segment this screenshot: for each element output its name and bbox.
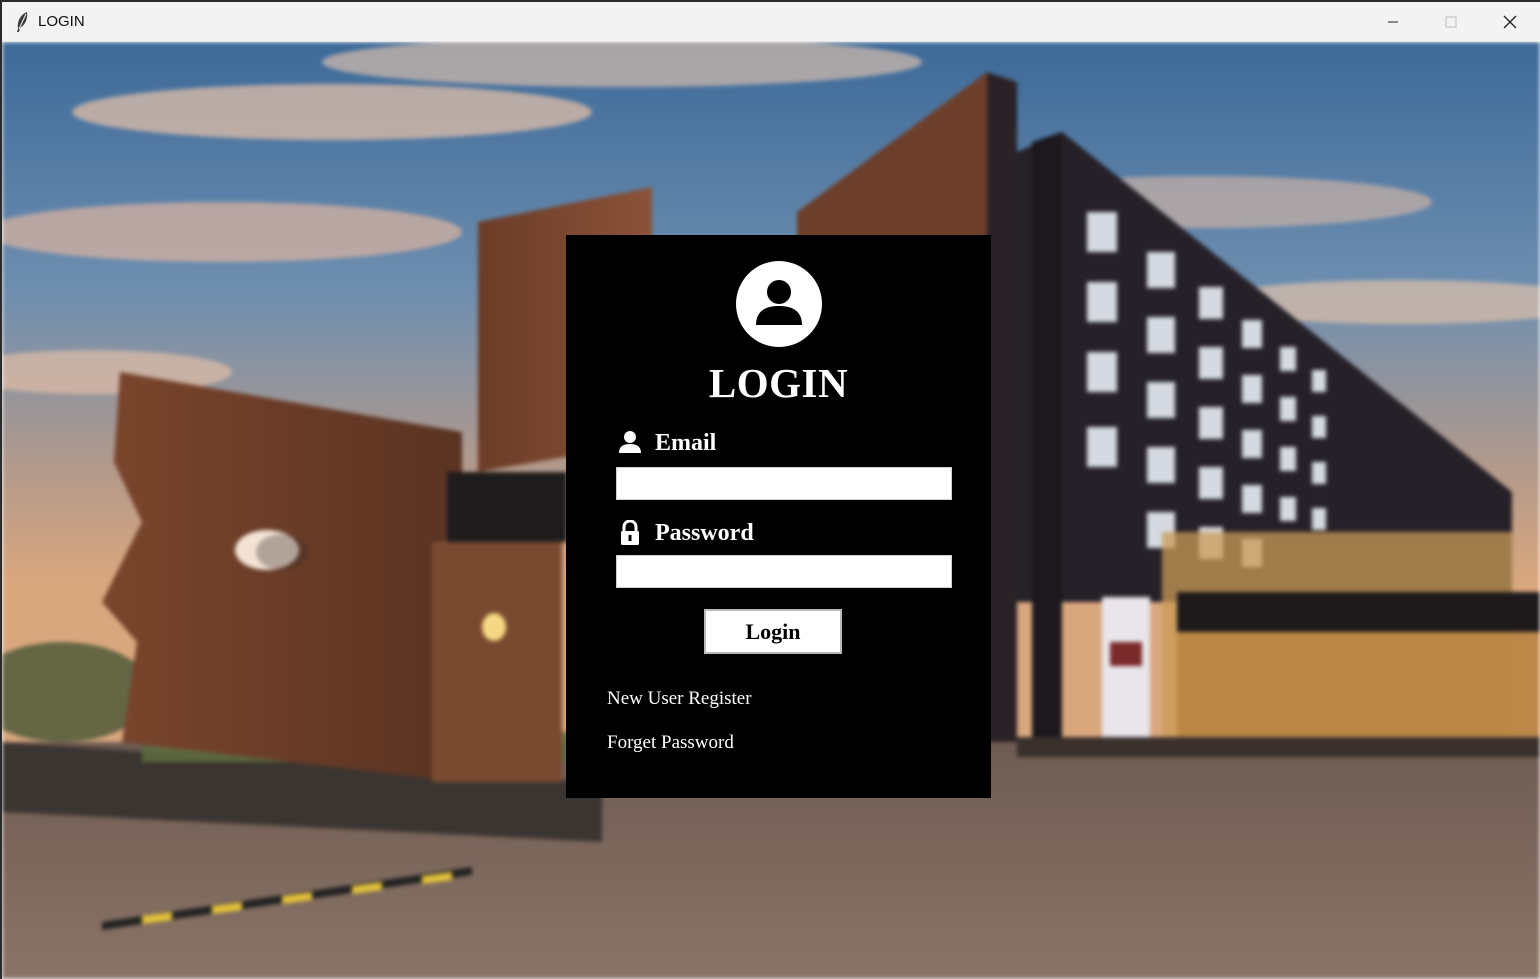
lock-icon	[618, 519, 642, 546]
user-avatar-icon	[736, 261, 822, 347]
login-heading: LOGIN	[708, 360, 849, 406]
minimize-button[interactable]	[1364, 2, 1422, 41]
new-user-register-link[interactable]: New User Register	[607, 688, 752, 710]
window-title: LOGIN	[38, 13, 85, 30]
email-label-row: Email	[618, 428, 716, 458]
feather-icon	[14, 11, 30, 33]
email-field[interactable]	[616, 467, 952, 500]
maximize-button[interactable]	[1422, 2, 1480, 41]
email-label: Email	[655, 429, 717, 456]
user-icon	[618, 430, 642, 456]
password-label: Password	[655, 519, 754, 546]
app-window: LOGIN LOGIN Email Password Login New Use…	[2, 2, 1540, 979]
login-button[interactable]: Login	[704, 609, 842, 654]
window-content: LOGIN Email Password Login New User Regi…	[2, 42, 1540, 979]
close-button[interactable]	[1481, 2, 1539, 41]
password-field[interactable]	[616, 555, 952, 588]
minimize-icon	[1388, 21, 1398, 22]
forget-password-link[interactable]: Forget Password	[607, 732, 734, 754]
login-panel: LOGIN Email Password Login New User Regi…	[566, 235, 991, 798]
maximize-icon	[1445, 16, 1457, 27]
password-label-row: Password	[618, 518, 754, 548]
title-bar: LOGIN	[2, 2, 1540, 42]
close-icon	[1503, 15, 1517, 28]
